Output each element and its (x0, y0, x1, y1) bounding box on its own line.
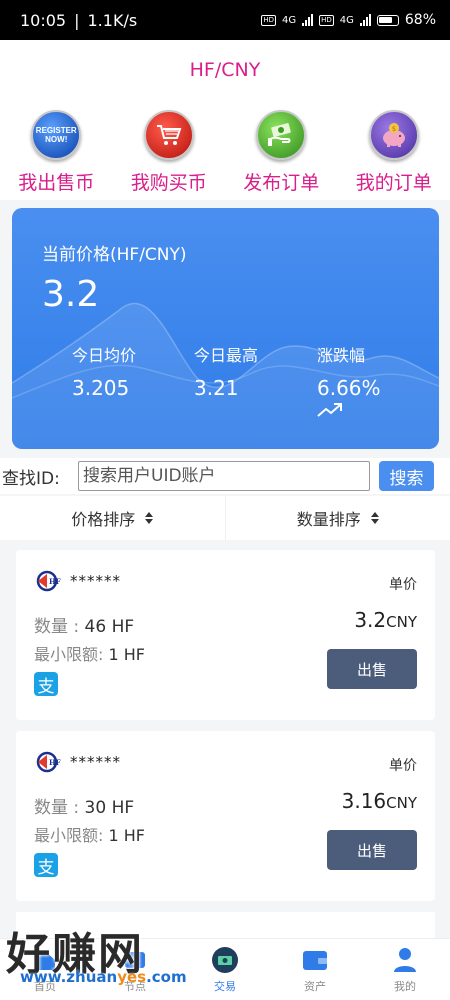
sort-arrows-icon (145, 512, 154, 524)
money-hand-icon (256, 110, 307, 160)
sort-price-label: 价格排序 (71, 510, 136, 529)
alipay-icon: 支 (34, 853, 58, 878)
page-header: HF/CNY (0, 40, 450, 100)
listing-card: HF ****** 单价 3.16CNY 数量 : 30 HF 最小限额: 1 … (16, 731, 435, 901)
unit-price-label: 单价 (389, 577, 417, 593)
home-icon (31, 946, 59, 974)
user-icon (391, 946, 419, 974)
buy-coin-button[interactable]: 我购买币 (114, 110, 224, 195)
status-bar: 10:05 | 1.1K/s HD 4G HD 4G 68% (0, 0, 450, 40)
sell-button[interactable]: 出售 (327, 830, 417, 870)
sort-by-quantity[interactable]: 数量排序 (224, 496, 450, 540)
search-button[interactable]: 搜索 (379, 461, 434, 491)
svg-text:$: $ (392, 125, 396, 133)
wallet-icon (301, 946, 329, 974)
sort-by-price[interactable]: 价格排序 (0, 496, 225, 540)
svg-text:HF: HF (49, 577, 61, 586)
hf-logo-icon: HF (36, 570, 61, 592)
sort-bar: 价格排序 数量排序 (0, 496, 450, 540)
publish-order-label: 发布订单 (243, 172, 320, 194)
trend-up-icon (317, 403, 342, 417)
battery-icon (376, 14, 399, 26)
hf-logo-icon: HF (36, 751, 61, 773)
tab-node[interactable]: 节点 (90, 939, 180, 1000)
price-card: 当前价格(HF/CNY) 3.2 今日均价 3.205 今日最高 3.21 涨跌… (12, 208, 439, 449)
sort-arrows-icon (370, 512, 379, 524)
my-orders-label: 我的订单 (355, 172, 432, 194)
page-title: HF/CNY (189, 59, 261, 81)
high-price-stat: 今日最高 3.21 (194, 342, 258, 400)
listing-card: HF ****** 单价 3.2CNY 数量 : 46 HF 最小限额: 1 H… (16, 550, 435, 720)
unit-price-value: 3.16CNY (341, 789, 417, 813)
register-now-icon: REGISTER NOW! (31, 110, 82, 160)
avg-price-label: 今日均价 (72, 346, 137, 365)
quantity-value: 46 HF (84, 617, 135, 637)
tab-mine-label: 我的 (394, 980, 416, 993)
alipay-icon: 支 (34, 672, 58, 697)
hd-icon: HD (261, 14, 276, 26)
min-limit-value: 1 HF (108, 826, 146, 845)
change-value: 6.66% (317, 376, 381, 400)
buy-coin-label: 我购买币 (130, 172, 207, 194)
quantity-row: 数量 : 46 HF (34, 617, 135, 637)
high-price-label: 今日最高 (194, 346, 259, 365)
min-limit-value: 1 HF (108, 645, 146, 664)
current-price-value: 3.2 (42, 274, 100, 315)
signal-icon (302, 14, 314, 26)
current-price-label: 当前价格(HF/CNY) (42, 245, 187, 265)
search-bar: 查找ID: 搜索 (0, 458, 450, 494)
my-orders-button[interactable]: $ 我的订单 (339, 110, 449, 195)
unit-price-label: 单价 (389, 758, 417, 774)
network-label-2: 4G (339, 14, 354, 26)
min-limit-row: 最小限额: 1 HF (34, 645, 146, 664)
tab-node-label: 节点 (124, 980, 146, 993)
publish-order-button[interactable]: 发布订单 (226, 110, 336, 195)
min-limit-row: 最小限额: 1 HF (34, 826, 146, 845)
battery-percent: 68% (404, 12, 436, 28)
sell-coin-label: 我出售币 (18, 172, 95, 194)
tab-home[interactable]: 首页 (0, 939, 90, 1000)
quantity-row: 数量 : 30 HF (34, 798, 135, 818)
status-speed: 1.1K/s (87, 10, 138, 30)
shopping-cart-icon (143, 110, 194, 160)
sort-quantity-label: 数量排序 (296, 510, 361, 529)
avg-price-value: 3.205 (72, 376, 130, 400)
high-price-value: 3.21 (194, 376, 239, 400)
signal-icon-2 (359, 14, 371, 26)
quantity-value: 30 HF (84, 798, 135, 818)
seller-id: ****** (70, 753, 121, 771)
sell-button[interactable]: 出售 (327, 649, 417, 689)
sell-coin-button[interactable]: REGISTER NOW! 我出售币 (1, 110, 111, 195)
seller-id: ****** (70, 572, 121, 590)
bottom-tab-bar: 首页 节点 交易 资产 我的 (0, 938, 450, 1000)
tab-mine[interactable]: 我的 (360, 939, 450, 1000)
tab-trade[interactable]: 交易 (180, 939, 270, 1000)
node-icon (121, 946, 149, 974)
app-screen: 10:05 | 1.1K/s HD 4G HD 4G 68% HF/CNY RE… (0, 0, 450, 1000)
tab-assets[interactable]: 资产 (270, 939, 360, 1000)
avg-price-stat: 今日均价 3.205 (72, 342, 136, 400)
piggy-bank-icon: $ (368, 110, 419, 160)
hd-icon-2: HD (319, 14, 334, 26)
search-label: 查找ID: (2, 468, 60, 489)
status-time: 10:05 (20, 10, 67, 30)
change-stat: 涨跌幅 6.66% (317, 342, 381, 400)
svg-text:HF: HF (49, 758, 61, 767)
search-input[interactable] (78, 461, 370, 491)
tab-assets-label: 资产 (304, 980, 326, 993)
unit-price-value: 3.2CNY (354, 608, 417, 632)
tab-trade-label: 交易 (214, 980, 236, 993)
quick-actions: REGISTER NOW! 我出售币 我购买币 发布订单 $ 我的订单 (0, 100, 450, 200)
tab-home-label: 首页 (34, 980, 56, 993)
change-label: 涨跌幅 (317, 346, 366, 365)
network-label-1: 4G (281, 14, 297, 26)
trade-icon (211, 946, 239, 974)
